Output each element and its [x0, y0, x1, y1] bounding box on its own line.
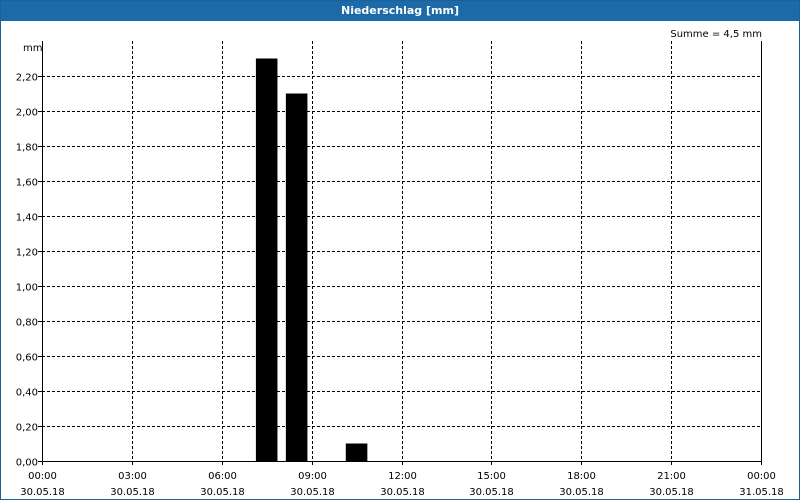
axes-layer: [38, 41, 762, 465]
x-tick-time-label: 03:00: [118, 471, 147, 482]
x-tick-time-label: 21:00: [657, 471, 686, 482]
sum-label: Summe = 4,5 mm: [670, 29, 762, 40]
y-tick-label: 1,80: [16, 143, 38, 154]
bars-layer: [255, 58, 368, 461]
x-tick-date-label: 30.05.18: [649, 487, 694, 498]
x-tick-time-label: 15:00: [477, 471, 506, 482]
x-tick-time-label: 09:00: [298, 471, 327, 482]
x-tick-time-label: 00:00: [747, 471, 776, 482]
y-tick-label: 1,40: [16, 213, 38, 224]
x-tick-time-label: 06:00: [208, 471, 237, 482]
x-tick-time-label: 18:00: [567, 471, 596, 482]
y-tick-label: 0,00: [16, 458, 38, 469]
x-tick-date-label: 30.05.18: [110, 487, 155, 498]
grid-layer: [42, 41, 761, 461]
y-tick-label: 0,40: [16, 388, 38, 399]
x-tick-date-label: 30.05.18: [380, 487, 425, 498]
x-tick-date-label: 30.05.18: [559, 487, 604, 498]
x-tick-date-label: 30.05.18: [20, 487, 65, 498]
x-tick-time-label: 12:00: [388, 471, 417, 482]
y-tick-label: 0,80: [16, 318, 38, 329]
x-tick-date-label: 30.05.18: [290, 487, 335, 498]
chart-window: Niederschlag [mm] 0,00 0,20 0,40 0,60 0,80 1,…: [0, 0, 800, 500]
y-tick-label: 0,60: [16, 353, 38, 364]
y-axis-unit-label: mm: [23, 43, 42, 54]
precipitation-bar: [285, 93, 308, 461]
x-tick-date-label: 31.05.18: [739, 487, 784, 498]
precipitation-bar: [255, 58, 278, 461]
y-tick-label: 2,20: [16, 73, 38, 84]
y-tick-label: 1,20: [16, 248, 38, 259]
x-tick-date-label: 30.05.18: [200, 487, 245, 498]
precipitation-chart: 0,00 0,20 0,40 0,60 0,80 1,00 1,20 1,40 1,60 1,80…: [16, 29, 784, 498]
y-tick-label: 2,00: [16, 108, 38, 119]
y-tick-label: 1,00: [16, 283, 38, 294]
x-tick-time-label: 00:00: [28, 471, 57, 482]
x-tick-date-label: 30.05.18: [469, 487, 514, 498]
y-tick-label: 0,20: [16, 423, 38, 434]
labels-layer: 0,00 0,20 0,40 0,60 0,80 1,00 1,20 1,40 1,60 1,80…: [16, 29, 784, 498]
precipitation-bar: [345, 443, 368, 461]
y-tick-label: 1,60: [16, 178, 38, 189]
